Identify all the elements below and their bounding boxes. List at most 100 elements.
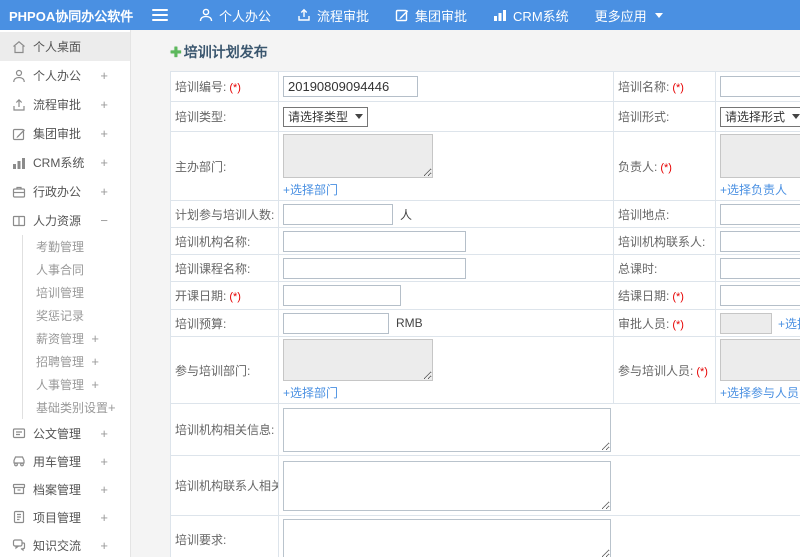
start-date-input[interactable] (283, 285, 401, 306)
planned-count-input[interactable] (283, 203, 393, 225)
leader-textarea[interactable] (720, 134, 800, 178)
sidebar-item-admin-office[interactable]: 行政办公 + (0, 177, 130, 206)
expand-icon[interactable]: + (100, 126, 108, 141)
nav-label: 集团审批 (415, 8, 468, 24)
field-label: 培训机构名称: (170, 227, 279, 255)
select-join-people-link[interactable]: +选择参与人员 (720, 386, 799, 400)
nav-label: 更多应用 (594, 8, 647, 24)
field-label: 培训形式: (613, 101, 716, 132)
top-header: PHPOA协同办公软件 个人办公 流程审批 集团审批 CRM系统 更多应用 (0, 0, 800, 30)
menu-toggle-button[interactable] (152, 8, 168, 22)
sidebar-item-desktop[interactable]: 个人桌面 (0, 32, 130, 61)
submenu-item-rewards[interactable]: 奖惩记录 (36, 304, 130, 327)
expand-icon[interactable]: + (91, 331, 99, 346)
currency-suffix: RMB (396, 316, 423, 330)
select-join-department-link[interactable]: +选择部门 (283, 386, 338, 400)
notebook-icon (12, 510, 26, 524)
upload-flow-icon (297, 8, 311, 22)
expand-icon[interactable]: + (100, 538, 108, 553)
org-contact-input[interactable] (720, 230, 800, 252)
sidebar-item-group-approval[interactable]: 集团审批 + (0, 119, 130, 148)
total-hours-input[interactable] (720, 257, 800, 279)
join-people-textarea[interactable] (720, 339, 800, 381)
select-approver-link[interactable]: +选择审批人员 (778, 315, 800, 332)
upload-flow-icon (12, 98, 26, 112)
training-number-input[interactable] (283, 76, 418, 97)
nav-process-approval[interactable]: 流程审批 (284, 0, 382, 30)
expand-icon[interactable]: + (100, 68, 108, 83)
training-type-select[interactable]: 请选择类型 (283, 106, 369, 127)
sidebar-item-process-approval[interactable]: 流程审批 + (0, 90, 130, 119)
requirements-textarea[interactable] (283, 519, 611, 557)
select-arrow-icon (792, 114, 800, 119)
training-mode-select[interactable]: 请选择形式 (720, 106, 800, 127)
edit-icon (12, 127, 26, 141)
org-name-input[interactable] (283, 230, 466, 252)
expand-icon[interactable]: + (100, 482, 108, 497)
expand-icon[interactable]: + (91, 377, 99, 392)
nav-more-apps[interactable]: 更多应用 (582, 0, 676, 30)
expand-icon[interactable]: + (100, 184, 108, 199)
submenu-item-recruit[interactable]: 招聘管理 + (36, 350, 130, 373)
sidebar-item-projects[interactable]: 项目管理 + (0, 503, 130, 531)
select-leader-link[interactable]: +选择负责人 (720, 183, 787, 197)
document-icon (12, 426, 26, 440)
org-contact-info-textarea[interactable] (283, 460, 611, 511)
submenu-item-base-category[interactable]: 基础类别设置 + (36, 396, 130, 419)
field-label: 开课日期: (*) (170, 281, 279, 310)
submenu-item-hr-contract[interactable]: 人事合同 (36, 258, 130, 281)
nav-personal-office[interactable]: 个人办公 (186, 0, 284, 30)
field-label: 培训机构相关信息: (170, 403, 279, 456)
field-label: 培训要求: (170, 515, 279, 557)
end-date-input[interactable] (720, 285, 800, 306)
sidebar-item-documents[interactable]: 公文管理 + (0, 419, 130, 447)
sidebar-item-archives[interactable]: 档案管理 + (0, 475, 130, 503)
budget-input[interactable] (283, 312, 389, 334)
course-name-input[interactable] (283, 257, 466, 279)
approver-input[interactable] (720, 312, 772, 334)
top-navigation: 个人办公 流程审批 集团审批 CRM系统 更多应用 (186, 0, 676, 30)
archive-icon (12, 482, 26, 496)
collapse-icon[interactable]: − (100, 213, 108, 228)
expand-icon[interactable]: + (100, 97, 108, 112)
expand-icon[interactable]: + (108, 400, 116, 415)
field-label: 培训编号: (*) (170, 71, 279, 102)
select-arrow-icon (355, 114, 364, 119)
app-logo: PHPOA协同办公软件 (9, 8, 134, 24)
expand-icon[interactable]: + (100, 155, 108, 170)
field-label: 计划参与培训人数:(*) (170, 200, 279, 228)
hr-submenu: 考勤管理 人事合同 培训管理 奖惩记录 薪资管理 + 招聘管理 + 人事管理 +… (22, 235, 130, 419)
field-label: 培训机构联系人: (613, 227, 716, 255)
expand-icon[interactable]: + (100, 454, 108, 469)
sidebar-item-hr[interactable]: 人力资源 − (0, 206, 130, 235)
location-input[interactable] (720, 203, 800, 225)
field-label: 主办部门: (170, 131, 279, 201)
nav-group-approval[interactable]: 集团审批 (382, 0, 480, 30)
expand-icon[interactable]: + (100, 426, 108, 441)
expand-icon[interactable]: + (100, 510, 108, 525)
chat-bubbles-icon (12, 538, 26, 552)
user-icon (12, 69, 26, 83)
user-icon (199, 8, 213, 22)
sidebar-item-knowledge[interactable]: 知识交流 + (0, 531, 130, 557)
training-name-input[interactable] (720, 76, 800, 97)
sidebar-item-personal-office[interactable]: 个人办公 + (0, 61, 130, 90)
sidebar-item-vehicles[interactable]: 用车管理 + (0, 447, 130, 475)
submenu-item-salary[interactable]: 薪资管理 + (36, 327, 130, 350)
field-label: 培训课程名称: (170, 254, 279, 282)
field-label: 审批人员: (*) (613, 309, 716, 337)
open-book-icon (12, 214, 26, 228)
sidebar-item-crm[interactable]: CRM系统 + (0, 148, 130, 177)
submenu-item-personnel[interactable]: 人事管理 + (36, 373, 130, 396)
expand-icon[interactable]: + (91, 354, 99, 369)
submenu-item-attendance[interactable]: 考勤管理 (36, 235, 130, 258)
main-content: ✚ 培训计划发布 培训编号:(*) 培训名称:(*) (131, 30, 800, 557)
join-department-textarea[interactable] (283, 339, 433, 381)
org-info-textarea[interactable] (283, 407, 611, 452)
green-plus-icon: ✚ (170, 43, 182, 60)
host-department-textarea[interactable] (283, 134, 433, 178)
field-label: 培训预算: (170, 309, 279, 337)
nav-crm[interactable]: CRM系统 (480, 0, 582, 30)
submenu-item-training[interactable]: 培训管理 (36, 281, 130, 304)
select-department-link[interactable]: +选择部门 (283, 183, 338, 197)
